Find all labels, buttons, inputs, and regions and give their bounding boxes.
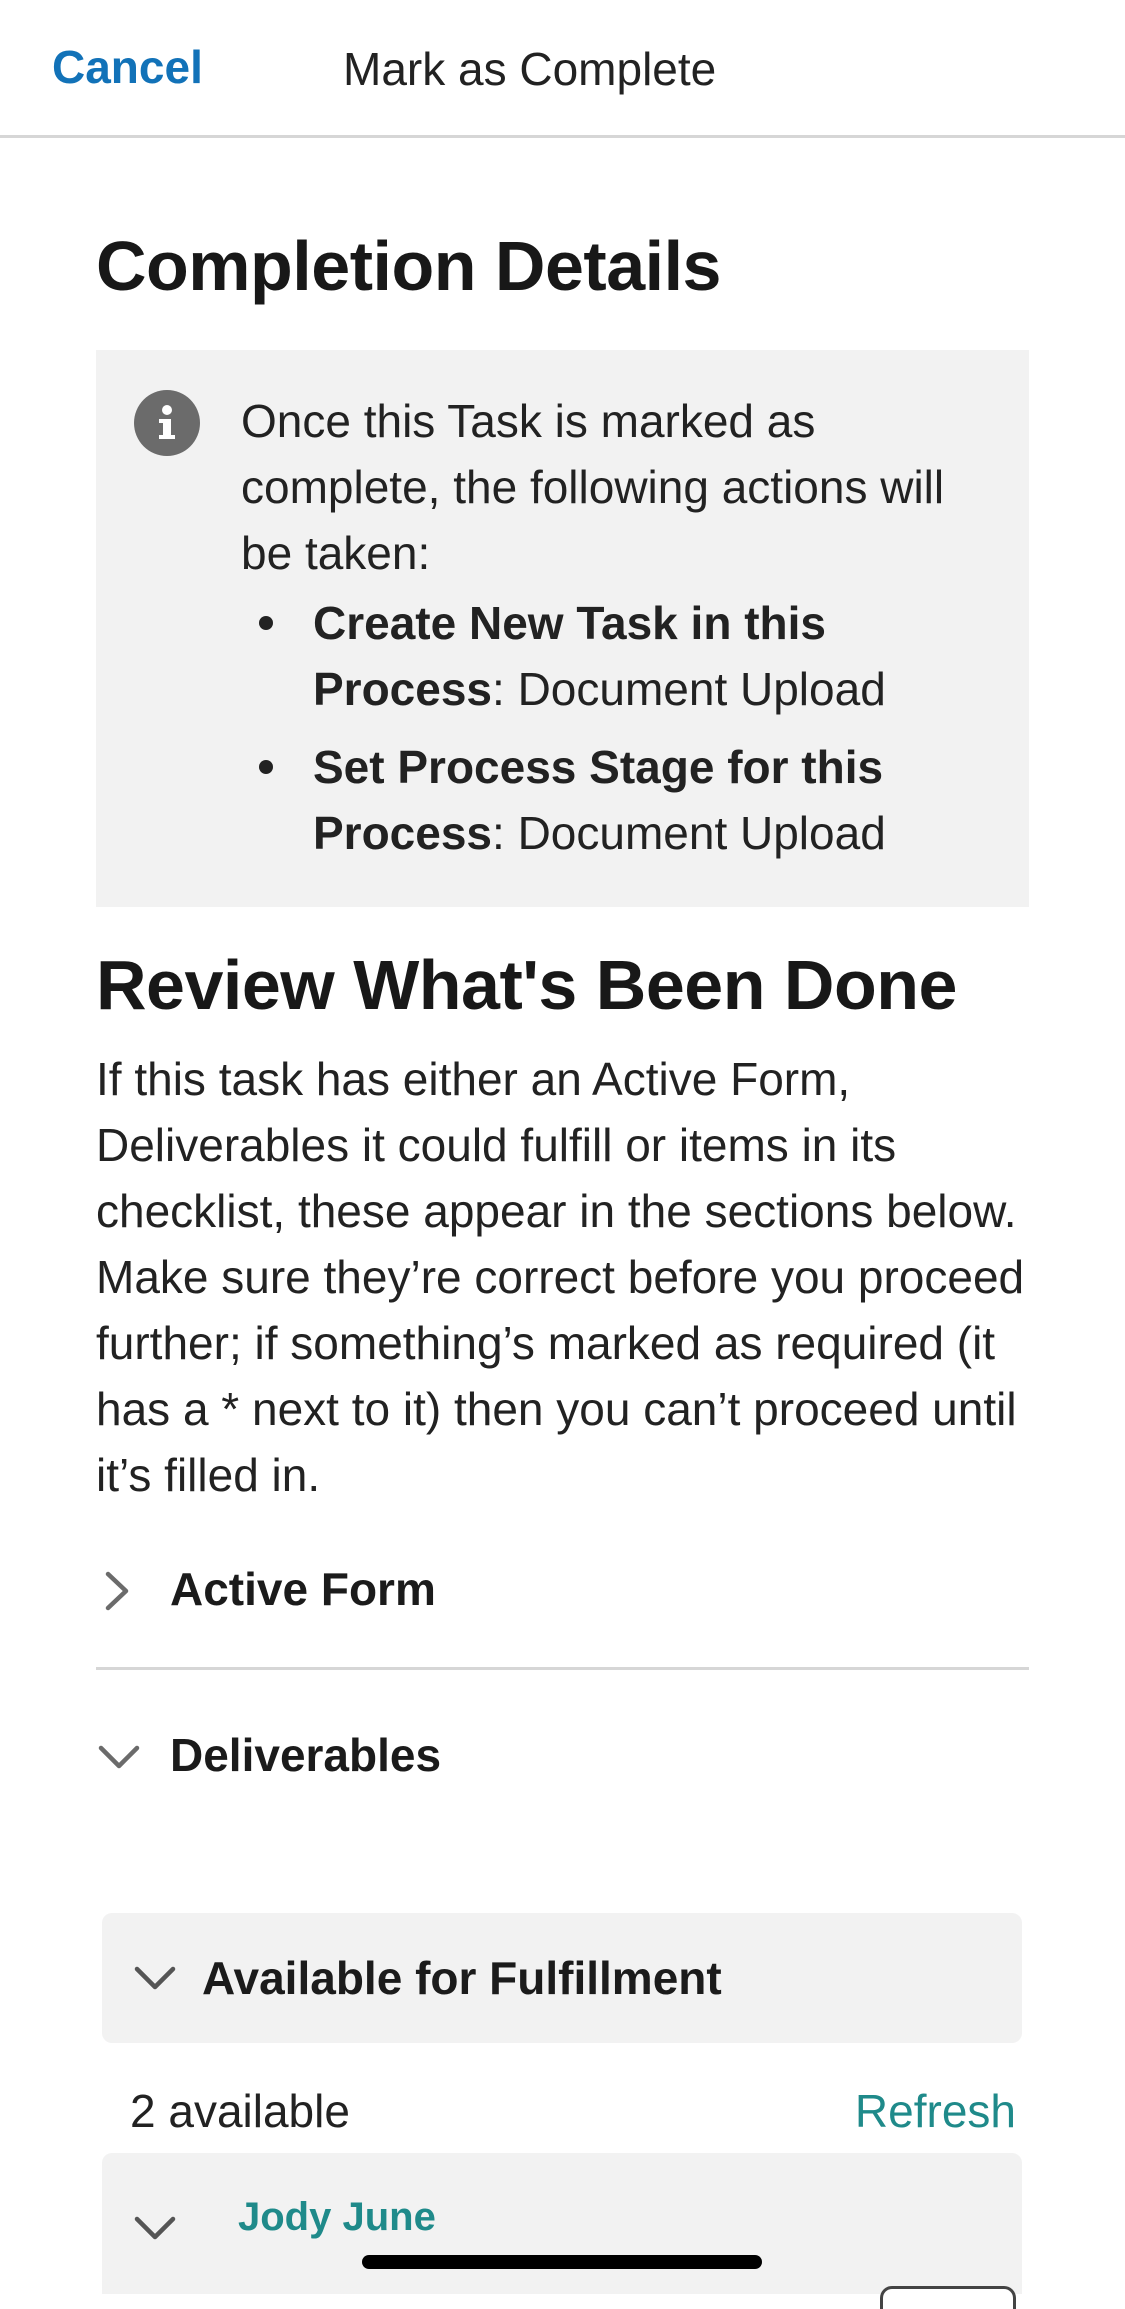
deliverable-item-toggle[interactable]: Jody June	[102, 2153, 1022, 2294]
list-item: Create New Task in this Process: Documen…	[241, 590, 1001, 722]
available-for-fulfillment-toggle[interactable]: Available for Fulfillment	[102, 1913, 1022, 2043]
list-item: Set Process Stage for this Process: Docu…	[241, 734, 1001, 866]
chevron-right-icon	[96, 1568, 136, 1619]
available-count: 2 available	[130, 2085, 350, 2137]
info-intro-text: Once this Task is marked as complete, th…	[241, 395, 945, 579]
partially-visible-button[interactable]	[880, 2286, 1016, 2309]
active-form-label: Active Form	[170, 1563, 436, 1615]
deliverables-section-toggle[interactable]: Deliverables	[96, 1722, 1029, 1792]
review-paragraph: If this task has either an Active Form, …	[96, 1053, 1025, 1501]
chevron-down-icon	[132, 1963, 178, 1998]
cancel-button[interactable]: Cancel	[52, 40, 203, 94]
info-box: Once this Task is marked as complete, th…	[96, 350, 1029, 907]
action-value: : Document Upload	[492, 663, 886, 715]
chevron-down-icon	[96, 1742, 142, 1777]
action-value: : Document Upload	[492, 807, 886, 859]
info-icon	[134, 390, 200, 456]
page-title: Mark as Complete	[343, 43, 717, 95]
refresh-button[interactable]: Refresh	[855, 2084, 1016, 2138]
active-form-section-toggle[interactable]: Active Form	[96, 1556, 1029, 1626]
divider	[96, 1667, 1029, 1670]
completion-details-heading: Completion Details	[96, 227, 721, 305]
review-heading: Review What's Been Done	[96, 946, 957, 1024]
home-indicator	[362, 2255, 762, 2269]
bullet-icon	[259, 616, 273, 630]
deliverable-item-name: Jody June	[238, 2195, 436, 2239]
top-bar: Cancel Mark as Complete	[0, 0, 1125, 138]
available-for-fulfillment-label: Available for Fulfillment	[202, 1952, 722, 2004]
bullet-icon	[259, 760, 273, 774]
actions-list: Create New Task in this Process: Documen…	[241, 590, 1001, 878]
chevron-down-icon	[132, 2213, 178, 2248]
deliverables-label: Deliverables	[170, 1729, 442, 1781]
